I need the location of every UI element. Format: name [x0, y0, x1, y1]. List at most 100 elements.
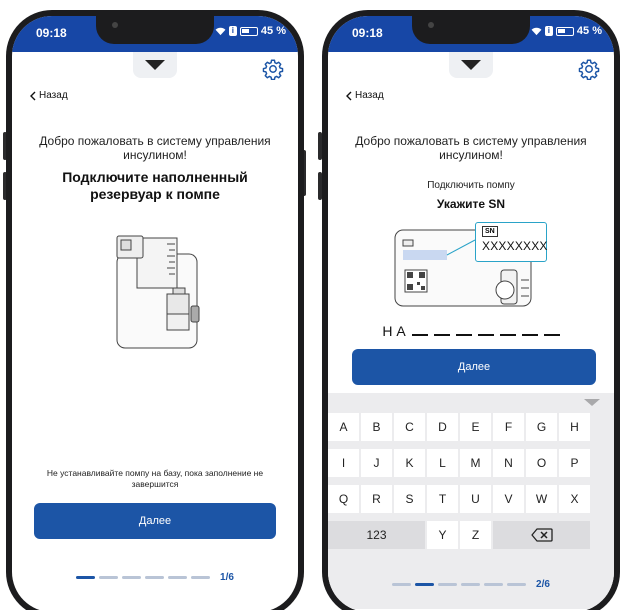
subtitle: Подключить помпу — [427, 180, 515, 191]
key[interactable]: K — [394, 449, 425, 477]
sn-digit-slot — [411, 334, 428, 336]
keyboard-row-1: A B C D E F G H — [328, 413, 614, 441]
sn-digit-slot — [455, 334, 472, 336]
step-counter: 1/6 — [220, 572, 234, 583]
key[interactable]: N — [493, 449, 524, 477]
status-icons: i 45 % — [215, 25, 286, 37]
chevron-left-icon — [346, 91, 352, 100]
battery-icon — [555, 26, 574, 36]
key[interactable]: V — [493, 485, 524, 513]
collapse-tab[interactable] — [449, 52, 493, 78]
progress-segment — [415, 583, 435, 586]
back-label: Назад — [39, 90, 68, 101]
battery-level: 45 % — [260, 25, 286, 37]
key[interactable]: D — [427, 413, 458, 441]
next-button[interactable]: Далее — [34, 503, 276, 539]
key[interactable]: W — [526, 485, 557, 513]
progress-segment — [392, 583, 412, 586]
sn-prefix: Н А — [382, 323, 406, 339]
status-bar: 09:18 i 45 % — [328, 16, 614, 52]
progress-segment — [145, 576, 165, 579]
sn-callout: SN XXXXXXXX — [475, 222, 547, 262]
backspace-icon — [530, 528, 553, 542]
key[interactable]: S — [394, 485, 425, 513]
notch — [412, 16, 530, 44]
warning-note: Не устанавливайте помпу на базу, пока за… — [46, 468, 264, 489]
collapse-keyboard-icon[interactable] — [584, 399, 600, 406]
key[interactable]: J — [361, 449, 392, 477]
step-counter: 2/6 — [536, 579, 550, 590]
back-button[interactable]: Назад — [30, 90, 68, 101]
numeric-key[interactable]: 123 — [328, 521, 425, 549]
key[interactable]: O — [526, 449, 557, 477]
page-headline: Подключите наполненный резервуар к помпе — [62, 169, 248, 202]
key[interactable]: T — [427, 485, 458, 513]
step-progress: 2/6 — [328, 579, 614, 590]
key[interactable]: E — [460, 413, 491, 441]
progress-segment — [99, 576, 119, 579]
stage: 09:18 i 45 % Назад Добро пожаловать в си… — [0, 0, 624, 610]
key[interactable]: C — [394, 413, 425, 441]
screen-1: 09:18 i 45 % Назад Добро пожаловать в си… — [12, 16, 298, 610]
back-label: Назад — [355, 90, 384, 101]
collapse-tab[interactable] — [133, 52, 177, 78]
progress-segment — [438, 583, 458, 586]
keyboard-row-2: I J K L M N O P — [328, 449, 614, 477]
welcome-text: Добро пожаловать в систему управления ин… — [39, 134, 271, 162]
key[interactable]: X — [559, 485, 590, 513]
wifi-icon — [215, 27, 226, 35]
key[interactable]: Q — [328, 485, 359, 513]
key[interactable]: F — [493, 413, 524, 441]
chevron-down-icon — [145, 60, 165, 70]
keyboard-row-3: Q R S T U V W X — [328, 485, 614, 513]
progress-segment — [191, 576, 211, 579]
key[interactable]: H — [559, 413, 590, 441]
key[interactable]: Y — [427, 521, 458, 549]
chevron-down-icon — [461, 60, 481, 70]
status-icons: i 45 % — [531, 25, 602, 37]
camera-icon — [112, 22, 118, 28]
phone-right: 09:18 i 45 % Назад Добро пожаловать в си… — [322, 10, 620, 610]
progress-segment — [168, 576, 188, 579]
sn-digit-slot — [499, 334, 516, 336]
keyboard-row-4: 123 Y Z — [328, 521, 614, 549]
sn-digit-slot — [433, 334, 450, 336]
sn-tag: SN — [482, 226, 498, 237]
next-button[interactable]: Далее — [352, 349, 596, 385]
key[interactable]: B — [361, 413, 392, 441]
welcome-text: Добро пожаловать в систему управления ин… — [355, 134, 587, 162]
notch — [96, 16, 214, 44]
camera-icon — [428, 22, 434, 28]
key[interactable]: A — [328, 413, 359, 441]
key[interactable]: L — [427, 449, 458, 477]
status-bar: 09:18 i 45 % — [12, 16, 298, 52]
sn-digit-slot — [543, 334, 560, 336]
keyboard: A B C D E F G H I J K L M N O P Q R S T … — [328, 393, 614, 609]
notification-icon: i — [228, 26, 237, 36]
notification-icon: i — [544, 26, 553, 36]
progress-segment — [484, 583, 504, 586]
phone-left: 09:18 i 45 % Назад Добро пожаловать в си… — [6, 10, 304, 610]
battery-icon — [239, 26, 258, 36]
key[interactable]: P — [559, 449, 590, 477]
gear-icon[interactable] — [262, 58, 284, 80]
sn-digit-slot — [477, 334, 494, 336]
gear-icon[interactable] — [578, 58, 600, 80]
key[interactable]: Z — [460, 521, 491, 549]
sn-input[interactable]: Н А — [328, 323, 614, 339]
progress-segment — [122, 576, 142, 579]
page-headline: Укажите SN — [436, 197, 506, 211]
sn-digit-slot — [521, 334, 538, 336]
battery-level: 45 % — [576, 25, 602, 37]
sn-placeholder: XXXXXXXX — [482, 239, 548, 253]
progress-segment — [507, 583, 527, 586]
step-progress: 1/6 — [12, 572, 298, 583]
backspace-key[interactable] — [493, 521, 590, 549]
back-button[interactable]: Назад — [346, 90, 384, 101]
key[interactable]: U — [460, 485, 491, 513]
pump-reservoir-illustration — [116, 235, 200, 349]
key[interactable]: M — [460, 449, 491, 477]
key[interactable]: G — [526, 413, 557, 441]
key[interactable]: I — [328, 449, 359, 477]
key[interactable]: R — [361, 485, 392, 513]
